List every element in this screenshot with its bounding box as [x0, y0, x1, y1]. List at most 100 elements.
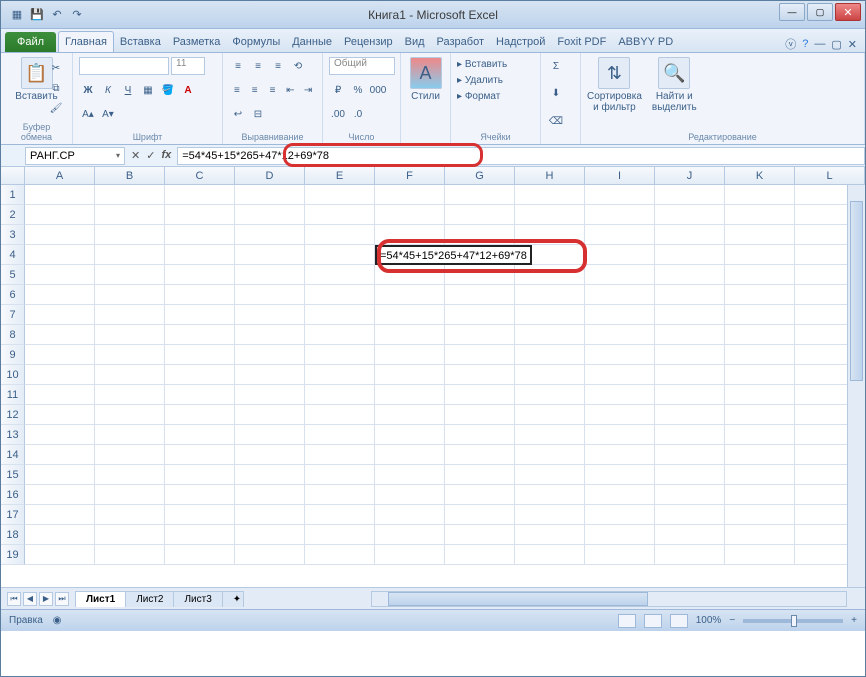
- scrollbar-thumb[interactable]: [850, 201, 863, 381]
- new-sheet-button[interactable]: ✦: [222, 591, 244, 607]
- col-header[interactable]: A: [25, 167, 95, 184]
- dropdown-icon[interactable]: ▾: [116, 151, 120, 160]
- col-header[interactable]: L: [795, 167, 865, 184]
- insert-cells-button[interactable]: ▸ Вставить: [457, 57, 534, 73]
- cell[interactable]: [655, 225, 725, 245]
- cell[interactable]: [165, 525, 235, 545]
- cell[interactable]: [95, 285, 165, 305]
- sheet-nav-next-icon[interactable]: ▶: [39, 592, 53, 606]
- cell[interactable]: [25, 465, 95, 485]
- cell[interactable]: [375, 185, 445, 205]
- cell[interactable]: [305, 425, 375, 445]
- cell[interactable]: [725, 325, 795, 345]
- cell[interactable]: [305, 185, 375, 205]
- cell[interactable]: [445, 205, 515, 225]
- cell[interactable]: [375, 545, 445, 565]
- comma-icon[interactable]: 000: [369, 81, 387, 99]
- wbtn-min[interactable]: —: [814, 38, 825, 50]
- cell[interactable]: [235, 485, 305, 505]
- border-button[interactable]: ▦: [139, 81, 157, 99]
- minimize-ribbon-icon[interactable]: ⓥ: [785, 36, 796, 52]
- cell[interactable]: =54*45+15*265+47*12+69*78: [375, 245, 445, 265]
- cell[interactable]: [585, 405, 655, 425]
- cell[interactable]: [725, 505, 795, 525]
- cell[interactable]: [445, 345, 515, 365]
- cell[interactable]: [655, 425, 725, 445]
- select-all-corner[interactable]: [1, 167, 25, 184]
- formula-input[interactable]: =54*45+15*265+47*12+69*78: [177, 147, 865, 165]
- copy-icon[interactable]: ⧉: [47, 79, 65, 97]
- tab-data[interactable]: Данные: [286, 32, 338, 52]
- cell[interactable]: [655, 285, 725, 305]
- cell[interactable]: [25, 345, 95, 365]
- cell[interactable]: [235, 225, 305, 245]
- cell[interactable]: [165, 345, 235, 365]
- cell[interactable]: [725, 265, 795, 285]
- fill-color-button[interactable]: 🪣: [159, 81, 177, 99]
- cell[interactable]: [515, 345, 585, 365]
- cell[interactable]: [25, 365, 95, 385]
- cell[interactable]: [445, 405, 515, 425]
- cell[interactable]: [95, 445, 165, 465]
- cell[interactable]: [515, 545, 585, 565]
- cell[interactable]: [25, 225, 95, 245]
- cell[interactable]: [515, 425, 585, 445]
- cell[interactable]: [515, 225, 585, 245]
- cell[interactable]: [445, 225, 515, 245]
- row-header[interactable]: 2: [1, 205, 25, 225]
- cell[interactable]: [655, 345, 725, 365]
- col-header[interactable]: K: [725, 167, 795, 184]
- autosum-icon[interactable]: Σ: [547, 57, 565, 75]
- cell[interactable]: [375, 205, 445, 225]
- cell[interactable]: [375, 405, 445, 425]
- tab-review[interactable]: Рецензир: [338, 32, 399, 52]
- cell[interactable]: [95, 185, 165, 205]
- cell[interactable]: [375, 265, 445, 285]
- cell[interactable]: [445, 185, 515, 205]
- delete-cells-button[interactable]: ▸ Удалить: [457, 73, 534, 89]
- cell[interactable]: [235, 525, 305, 545]
- row-header[interactable]: 5: [1, 265, 25, 285]
- cell[interactable]: [25, 425, 95, 445]
- cell[interactable]: [585, 525, 655, 545]
- cell[interactable]: [725, 245, 795, 265]
- align-top-icon[interactable]: ≡: [229, 57, 247, 75]
- cell[interactable]: [165, 405, 235, 425]
- cell[interactable]: [375, 505, 445, 525]
- cell[interactable]: [725, 545, 795, 565]
- col-header[interactable]: E: [305, 167, 375, 184]
- zoom-out-button[interactable]: −: [729, 615, 735, 626]
- zoom-in-button[interactable]: +: [851, 615, 857, 626]
- align-left-icon[interactable]: ≡: [229, 81, 245, 99]
- cell[interactable]: [305, 525, 375, 545]
- cell[interactable]: [515, 265, 585, 285]
- cell[interactable]: [515, 385, 585, 405]
- cell[interactable]: [725, 465, 795, 485]
- cell[interactable]: [235, 365, 305, 385]
- orientation-icon[interactable]: ⟲: [289, 57, 307, 75]
- cell[interactable]: [165, 325, 235, 345]
- cell[interactable]: [655, 465, 725, 485]
- sheet-tab[interactable]: Лист1: [75, 591, 126, 607]
- minimize-button[interactable]: —: [779, 3, 805, 21]
- row-header[interactable]: 12: [1, 405, 25, 425]
- col-header[interactable]: I: [585, 167, 655, 184]
- cell[interactable]: [585, 245, 655, 265]
- cell[interactable]: [585, 505, 655, 525]
- cell[interactable]: [165, 385, 235, 405]
- cell[interactable]: [515, 285, 585, 305]
- increase-font-icon[interactable]: A▴: [79, 106, 97, 124]
- indent-dec-icon[interactable]: ⇤: [282, 81, 298, 99]
- row-header[interactable]: 7: [1, 305, 25, 325]
- cell[interactable]: [165, 445, 235, 465]
- cell[interactable]: [655, 245, 725, 265]
- tab-formulas[interactable]: Формулы: [226, 32, 286, 52]
- cell[interactable]: [235, 385, 305, 405]
- cell[interactable]: [445, 545, 515, 565]
- cell[interactable]: [655, 505, 725, 525]
- cell[interactable]: [585, 185, 655, 205]
- cell[interactable]: [585, 325, 655, 345]
- cell[interactable]: [165, 505, 235, 525]
- cell[interactable]: [95, 205, 165, 225]
- cell[interactable]: [725, 425, 795, 445]
